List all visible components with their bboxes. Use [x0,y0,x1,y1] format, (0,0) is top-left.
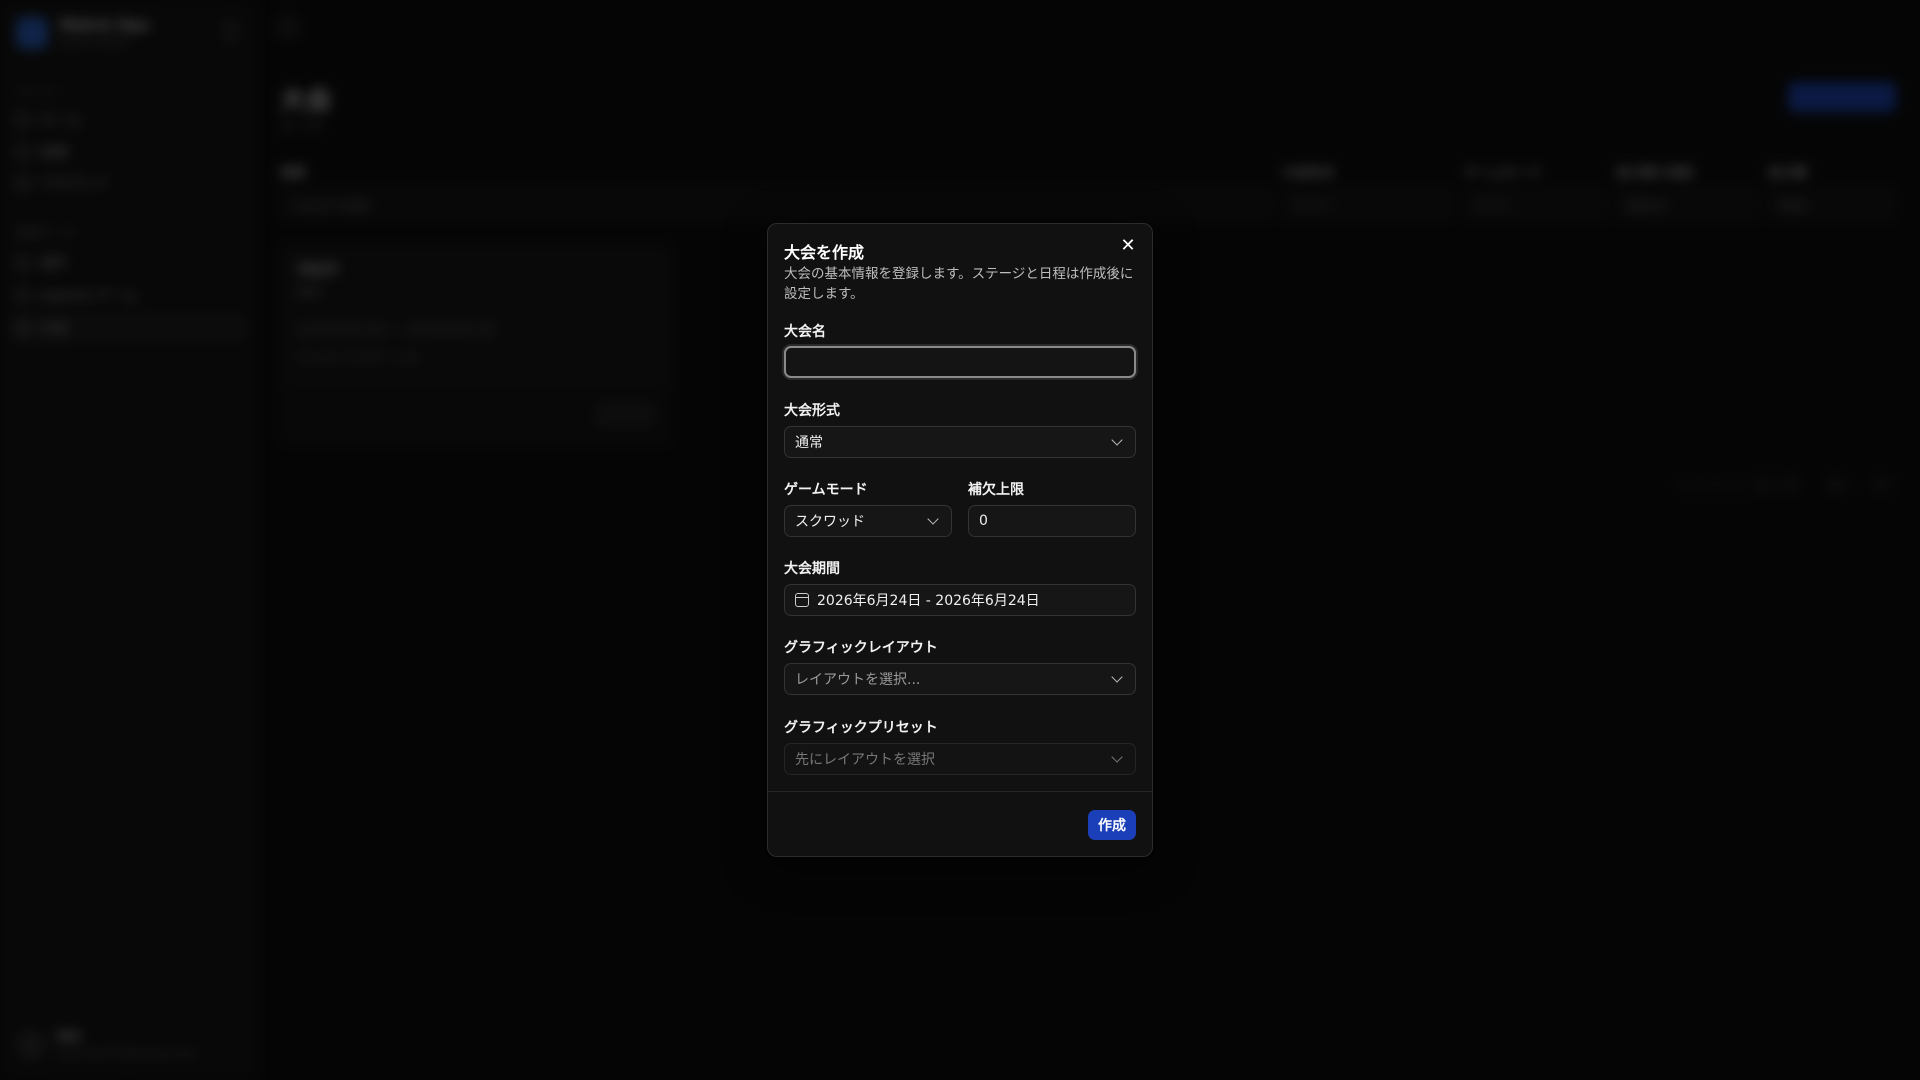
substitute-limit-label: 補欠上限 [968,482,1024,498]
chevron-down-icon [1111,751,1123,763]
calendar-icon [795,593,809,607]
format-select-value: 通常 [795,435,823,451]
create-tournament-dialog: ✕ 大会を作成 大会の基本情報を登録します。ステージと日程は作成後に設定します。… [767,223,1153,857]
date-range-value: 2026年6月24日 - 2026年6月24日 [817,593,1040,609]
substitute-limit-input[interactable]: 0 [968,505,1136,537]
date-range-picker[interactable]: 2026年6月24日 - 2026年6月24日 [784,584,1136,616]
chevron-down-icon [927,513,939,525]
tournament-name-field[interactable] [784,346,1136,378]
graphic-preset-label: グラフィックプリセット [784,720,938,736]
chevron-down-icon [1111,671,1123,683]
period-label: 大会期間 [784,561,840,577]
close-icon[interactable]: ✕ [1118,236,1138,256]
dialog-description: 大会の基本情報を登録します。ステージと日程は作成後に設定します。 [784,266,1134,302]
game-mode-select[interactable]: スクワッド [784,505,952,537]
tournament-name-label: 大会名 [784,324,826,340]
graphic-layout-placeholder: レイアウトを選択... [795,672,921,688]
chevron-down-icon [1111,434,1123,446]
graphic-layout-select[interactable]: レイアウトを選択... [784,663,1136,695]
game-mode-label: ゲームモード [784,482,868,498]
dialog-title: 大会を作成 [784,243,865,262]
format-select[interactable]: 通常 [784,426,1136,458]
substitute-limit-value: 0 [979,513,988,529]
create-button[interactable]: 作成 [1088,810,1136,840]
graphic-layout-label: グラフィックレイアウト [784,640,938,656]
game-mode-select-value: スクワッド [795,514,865,530]
graphic-preset-placeholder: 先にレイアウトを選択 [795,752,935,768]
format-label: 大会形式 [784,403,840,419]
tournament-name-input[interactable] [796,354,1124,370]
dialog-footer: 作成 [768,791,1152,856]
graphic-preset-select[interactable]: 先にレイアウトを選択 [784,743,1136,775]
